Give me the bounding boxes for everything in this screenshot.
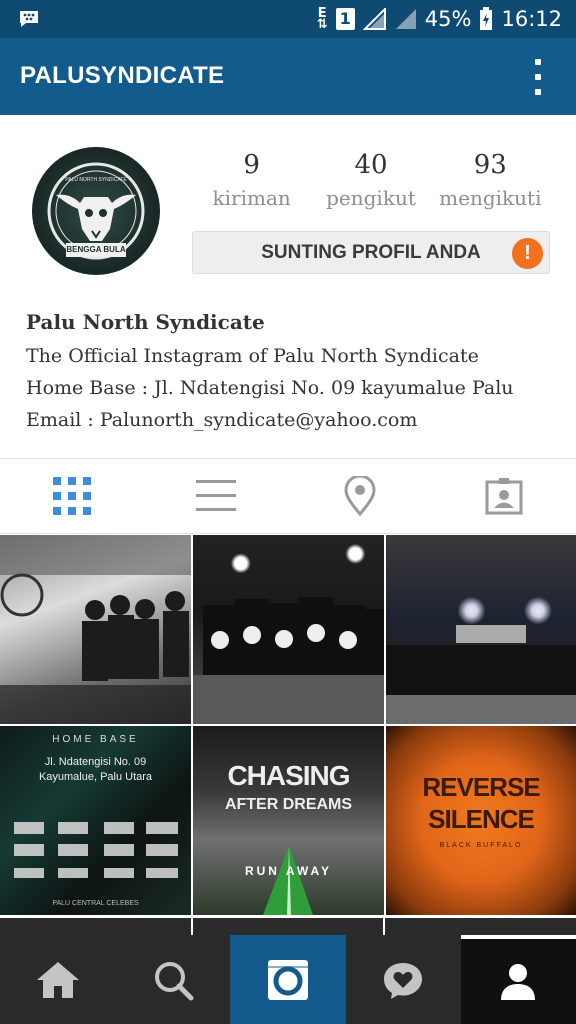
network-type-indicator: E ⇅	[316, 6, 328, 32]
chasing-title-line1: CHASING	[227, 760, 350, 791]
posts-count[interactable]: 9 kiriman	[192, 150, 311, 220]
battery-charging-icon	[480, 7, 493, 30]
signal-sim2-icon	[395, 9, 416, 29]
post-thumbnail[interactable]: REVERSE SILENCE BLACK BUFFALO	[386, 726, 576, 915]
reverse-title-line2: SILENCE	[428, 804, 535, 834]
reverse-title-line1: REVERSE	[422, 772, 540, 802]
tab-grid-view[interactable]	[0, 459, 144, 533]
band-logos-collage	[14, 822, 178, 878]
nav-activity[interactable]	[346, 935, 461, 1024]
home-base-footer: PALU CENTRAL CELEBES	[52, 900, 139, 907]
post-thumbnail[interactable]: HOME BASE Jl. Ndatengisi No. 09 Kayumalu…	[0, 726, 191, 915]
post-thumbnail[interactable]	[193, 535, 384, 724]
nav-home[interactable]	[0, 935, 115, 1024]
post-photo-crew-backs	[193, 597, 384, 724]
profile-bio: Palu North Syndicate The Official Instag…	[26, 310, 566, 436]
signal-sim1-icon	[362, 8, 386, 30]
post-thumbnail[interactable]	[386, 535, 576, 724]
edit-profile-button[interactable]: SUNTING PROFIL ANDA !	[192, 231, 550, 274]
tab-location-view[interactable]	[288, 459, 432, 533]
location-pin-icon	[344, 476, 376, 516]
activity-heart-icon	[384, 962, 423, 999]
grid-icon	[53, 477, 91, 515]
warning-icon: !	[512, 238, 543, 269]
reverse-subtitle: BLACK BUFFALO	[439, 842, 523, 849]
tab-tagged-view[interactable]	[432, 459, 576, 533]
avatar-caption-top: PALU NORTH SYNDICATE	[65, 177, 127, 183]
chasing-subtitle: RUN AWAY	[244, 864, 333, 878]
profile-icon	[501, 963, 536, 1000]
profile-username-title: PALUSYNDICATE	[20, 62, 225, 89]
profile-view-tabs	[0, 458, 576, 534]
battery-percentage: 45%	[424, 7, 472, 31]
profile-avatar[interactable]: PALU NORTH SYNDICATE BENGGA BULA	[32, 147, 160, 275]
overflow-menu-icon[interactable]	[530, 59, 546, 95]
bbm-notification-icon	[20, 11, 38, 27]
nav-search[interactable]	[115, 935, 230, 1024]
post-grid-next-row	[0, 918, 576, 936]
nav-camera[interactable]	[230, 935, 346, 1024]
edit-profile-label: SUNTING PROFIL ANDA	[261, 241, 481, 263]
home-icon	[36, 961, 79, 998]
status-bar: E ⇅ 1 45% 16:12	[0, 0, 576, 38]
bio-line[interactable]: Email : Palunorth_syndicate@yahoo.com	[26, 404, 566, 436]
post-grid: HOME BASE Jl. Ndatengisi No. 09 Kayumalu…	[0, 535, 576, 915]
list-icon	[196, 480, 236, 511]
bio-line: The Official Instagram of Palu North Syn…	[26, 345, 479, 367]
profile-full-name: Palu North Syndicate	[26, 310, 265, 334]
road-artwork	[263, 846, 313, 915]
camera-icon	[268, 959, 308, 1000]
following-count[interactable]: 93 mengikuti	[431, 150, 550, 220]
profile-stats: 9 kiriman 40 pengikut 93 mengikuti	[192, 150, 550, 220]
post-thumbnail[interactable]	[0, 535, 191, 724]
bio-line: Home Base : Jl. Ndatengisi No. 09 kayuma…	[26, 377, 514, 399]
post-photo-merch-group	[0, 535, 191, 724]
tagged-photos-icon	[485, 478, 523, 515]
nav-profile[interactable]	[460, 935, 576, 1024]
followers-count[interactable]: 40 pengikut	[311, 150, 430, 220]
bottom-navigation	[0, 935, 576, 1024]
search-icon	[154, 961, 194, 1000]
chasing-title-line2: AFTER DREAMS	[224, 796, 353, 813]
post-photo-stage-crowd	[386, 625, 576, 724]
clock: 16:12	[501, 7, 562, 31]
avatar-caption-banner: BENGGA BULA	[66, 245, 126, 254]
post-thumbnail[interactable]: CHASING AFTER DREAMS RUN AWAY	[193, 726, 384, 915]
sim-slot-badge: 1	[335, 8, 355, 30]
tab-list-view[interactable]	[144, 459, 288, 533]
app-bar: PALUSYNDICATE	[0, 38, 576, 115]
